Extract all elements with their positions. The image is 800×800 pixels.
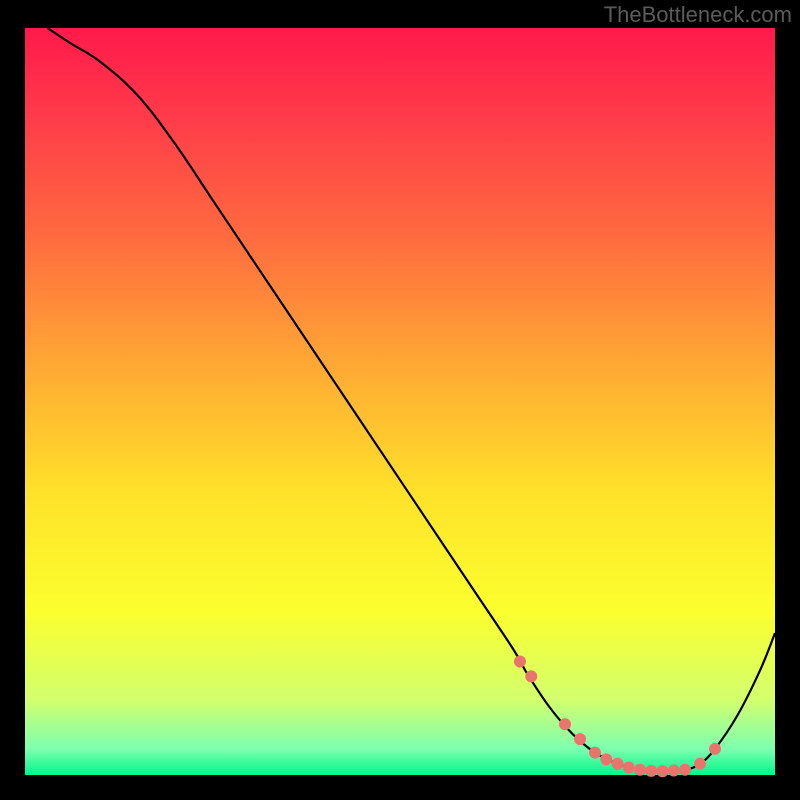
marker-point bbox=[694, 758, 706, 770]
marker-point bbox=[709, 743, 721, 755]
marker-point bbox=[679, 764, 691, 776]
chart-frame: TheBottleneck.com bbox=[0, 0, 800, 800]
marker-point bbox=[668, 765, 680, 777]
plot-background bbox=[25, 28, 775, 775]
watermark-text: TheBottleneck.com bbox=[604, 2, 792, 28]
marker-point bbox=[623, 762, 635, 774]
marker-point bbox=[657, 765, 669, 777]
marker-point bbox=[589, 747, 601, 759]
marker-point bbox=[612, 758, 624, 770]
marker-point bbox=[514, 655, 526, 667]
marker-point bbox=[600, 753, 612, 765]
marker-point bbox=[634, 764, 646, 776]
chart-canvas bbox=[0, 0, 800, 800]
marker-point bbox=[645, 765, 657, 777]
marker-point bbox=[559, 718, 571, 730]
marker-point bbox=[574, 733, 586, 745]
marker-point bbox=[525, 670, 537, 682]
